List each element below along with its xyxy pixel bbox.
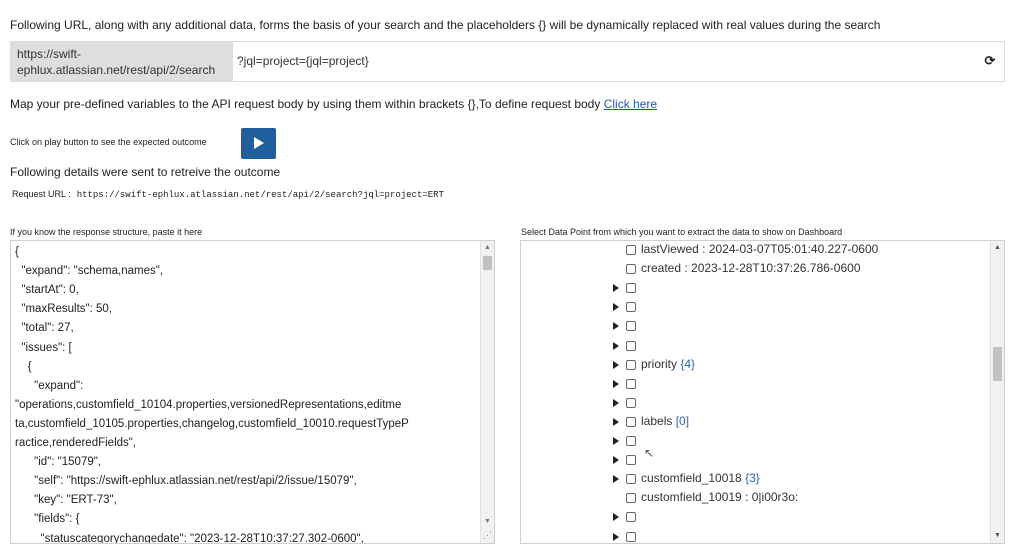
tree-row-text: priority [641, 356, 681, 371]
tree-row-count: [0] [675, 413, 690, 428]
response-textarea[interactable]: ▲ ▼ ⋰ { "expand": "schema,names", "start… [10, 240, 495, 544]
map-text: Map your pre-defined variables to the AP… [10, 97, 601, 111]
code-line: "issues": [ [15, 341, 72, 354]
tree-row-count: {3} [745, 471, 760, 486]
datapoint-tree: ▲ ▼ lastViewed : 2024-03-07T05:01:40.227… [520, 240, 1005, 544]
response-scrollbar[interactable]: ▲ ▼ [480, 241, 494, 543]
datapoint-checkbox[interactable] [626, 321, 636, 332]
scroll-up-icon[interactable]: ▲ [994, 244, 1001, 251]
tree-scrollbar[interactable]: ▲ ▼ [990, 241, 1004, 543]
code-line: "total": 27, [15, 322, 74, 335]
code-line: ta,customfield_10105.properties,changelo… [15, 417, 409, 430]
expand-arrow-icon[interactable] [613, 322, 619, 331]
scrollbar-thumb[interactable] [993, 347, 1002, 381]
scroll-up-icon[interactable]: ▲ [484, 244, 491, 251]
datapoint-checkbox[interactable] [626, 531, 636, 542]
datapoint-checkbox[interactable] [626, 378, 636, 389]
expand-arrow-icon[interactable] [613, 398, 619, 407]
request-url-value: https://swift-ephlux.atlassian.net/rest/… [76, 190, 444, 200]
code-line: { [15, 360, 32, 373]
datapoint-checkbox[interactable] [626, 340, 636, 351]
tree-row-text: customfield_10018 [641, 471, 746, 486]
expand-arrow-icon[interactable] [613, 475, 619, 484]
code-line: "key": "ERT-73", [15, 494, 117, 507]
datapoint-checkbox[interactable] [626, 436, 636, 446]
tree-row-label: priority {4} [641, 357, 695, 371]
datapoint-checkbox[interactable] [626, 302, 636, 313]
code-line: "expand": "schema,names", [15, 265, 164, 278]
intro-text: Following URL, along with any additional… [10, 18, 881, 32]
code-line: "self": "https://swift-ephlux.atlassian.… [15, 475, 357, 488]
url-row: https://swift-ephlux.atlassian.net/rest/… [10, 41, 1005, 82]
datapoint-checkbox[interactable] [626, 264, 636, 275]
tree-row-label: labels [0] [641, 414, 689, 428]
click-here-link[interactable]: Click here [604, 97, 657, 111]
play-button[interactable] [241, 128, 276, 159]
datapoint-checkbox[interactable] [626, 512, 636, 523]
tree-row-label: customfield_10019 : 0|i00r3o: [641, 490, 798, 504]
code-line: "fields": { [15, 513, 80, 526]
datapoint-label: Select Data Point from which you want to… [521, 227, 843, 237]
tree-row-label: created : 2023-12-28T10:37:26.786-0600 [641, 261, 861, 275]
scrollbar-thumb[interactable] [483, 256, 492, 270]
tree-row-text: customfield_10019 : 0|i00r3o: [641, 490, 799, 505]
play-label: Click on play button to see the expected… [10, 137, 207, 147]
datapoint-checkbox[interactable] [626, 397, 636, 408]
datapoint-checkbox[interactable] [626, 455, 636, 466]
code-line: "maxResults": 50, [15, 303, 113, 316]
code-line: "startAt": 0, [15, 284, 79, 297]
url-suffix-input[interactable]: ?jql=project={jql=project} [237, 54, 369, 68]
datapoint-checkbox[interactable] [626, 283, 636, 294]
expand-arrow-icon[interactable] [613, 284, 619, 293]
expand-arrow-icon[interactable] [613, 341, 619, 350]
code-line: ractice,renderedFields", [15, 437, 137, 449]
expand-arrow-icon[interactable] [613, 513, 619, 522]
expand-arrow-icon[interactable] [613, 303, 619, 312]
expand-arrow-icon[interactable] [613, 532, 619, 541]
play-icon [254, 137, 264, 149]
tree-row-text: created : 2023-12-28T10:37:26.786-0600 [641, 261, 861, 276]
url-base: https://swift-ephlux.atlassian.net/rest/… [11, 42, 233, 81]
scroll-down-icon[interactable]: ▼ [994, 532, 1001, 539]
tree-row-text: labels [641, 413, 676, 428]
code-line: "operations,customfield_10104.properties… [15, 398, 402, 411]
expand-arrow-icon[interactable] [613, 437, 619, 445]
datapoint-checkbox[interactable] [626, 493, 636, 504]
expand-arrow-icon[interactable] [613, 417, 619, 426]
expand-arrow-icon[interactable] [613, 379, 619, 388]
scroll-down-icon[interactable]: ▼ [484, 518, 491, 525]
expand-arrow-icon[interactable] [613, 360, 619, 369]
mouse-cursor-icon: ↖ [644, 446, 655, 460]
code-line: "statuscategorychangedate": "2023-12-28T… [15, 532, 364, 544]
tree-row-text: lastViewed : 2024-03-07T05:01:40.227-060… [641, 242, 879, 256]
resize-handle-icon[interactable]: ⋰ [483, 530, 492, 541]
tree-row-label: customfield_10018 {3} [641, 471, 760, 485]
request-url-label: Request URL : [12, 189, 71, 199]
datapoint-checkbox[interactable] [626, 245, 636, 255]
code-line: "id": "15079", [15, 456, 102, 469]
datapoint-checkbox[interactable] [626, 359, 636, 370]
tree-row-count: {4} [680, 356, 696, 371]
following-text: Following details were sent to retreive … [10, 165, 281, 179]
code-line: "expand": [15, 379, 84, 392]
map-instructions: Map your pre-defined variables to the AP… [10, 97, 657, 111]
tree-row-label: lastViewed : 2024-03-07T05:01:40.227-060… [641, 242, 878, 256]
datapoint-checkbox[interactable] [626, 474, 636, 485]
refresh-icon[interactable]: ⟳ [983, 54, 997, 68]
datapoint-checkbox[interactable] [626, 416, 636, 427]
request-url: Request URL : https://swift-ephlux.atlass… [12, 189, 444, 200]
code-line: { [15, 246, 19, 258]
expand-arrow-icon[interactable] [613, 456, 619, 465]
response-label: If you know the response structure, past… [10, 227, 203, 237]
